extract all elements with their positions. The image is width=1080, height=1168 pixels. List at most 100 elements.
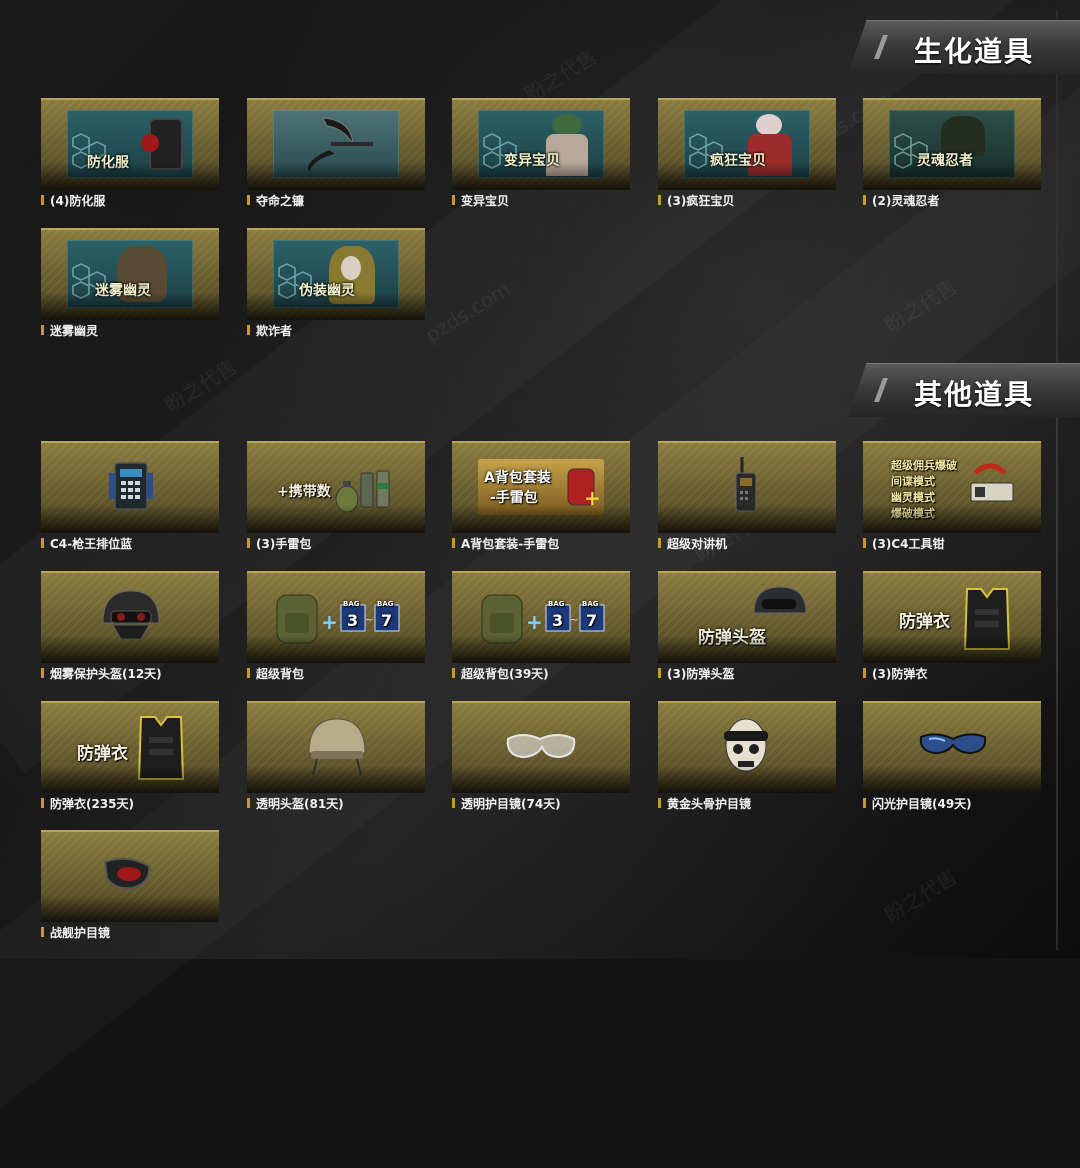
item-art-text: 疯狂宝贝 <box>710 153 766 169</box>
item-tile[interactable]: 夺命之镰 <box>247 98 425 210</box>
svg-text:+: + <box>321 610 338 634</box>
bag-to: 7 <box>586 611 598 630</box>
item-tile[interactable]: 烟雾保护头盔(12天) <box>41 571 219 683</box>
bag-from: 3 <box>552 611 564 630</box>
item-card: 伪装幽灵 <box>247 228 425 320</box>
item-tile[interactable]: A背包套装 -手雷包 + A背包套装-手雷包 <box>452 441 630 553</box>
item-label: 超级背包 <box>256 667 305 681</box>
item-card <box>658 441 836 533</box>
item-tile[interactable]: + ~ BAG BAG 3 7 超级背包(39天) <box>452 571 630 683</box>
item-label: 夺命之镰 <box>256 194 305 208</box>
item-card: 疯狂宝贝 <box>658 98 836 190</box>
item-card: + ~ BAG BAG 3 7 <box>247 571 425 663</box>
item-tile[interactable]: 超级佣兵爆破 间谍模式 幽灵模式 爆破模式 (3)C4工具钳 <box>863 441 1041 553</box>
item-label: 透明头盔(81天) <box>256 797 344 811</box>
bulletproof-vest-icon <box>963 588 1011 650</box>
item-tile[interactable]: 超级对讲机 <box>658 441 836 553</box>
slash-icon <box>874 35 888 59</box>
walkie-talkie-icon <box>735 457 757 512</box>
item-art-text: 灵魂忍者 <box>917 153 973 169</box>
item-tile[interactable]: + ~ BAG BAG 3 7 超级背包 <box>247 571 425 683</box>
clear-helmet-icon <box>308 718 366 776</box>
item-card <box>41 441 219 533</box>
label-bar <box>452 538 455 548</box>
item-tile[interactable]: 伪装幽灵 欺诈者 <box>247 228 425 340</box>
crazy-baby-icon: 疯狂宝贝 <box>684 110 810 178</box>
slash-icon <box>874 378 888 402</box>
item-card: 迷雾幽灵 <box>41 228 219 320</box>
item-card: + ~ BAG BAG 3 7 <box>452 571 630 663</box>
item-card: 变异宝贝 <box>452 98 630 190</box>
label-bar <box>41 798 44 808</box>
item-label: (3)疯狂宝贝 <box>667 194 735 208</box>
side-rail <box>1056 10 1058 950</box>
item-tile[interactable]: +携带数 (3)手雷包 <box>247 441 425 553</box>
item-tile[interactable]: 防弹衣 (3)防弹衣 <box>863 571 1041 683</box>
item-tile[interactable]: 防弹头盔 (3)防弹头盔 <box>658 571 836 683</box>
golden-skull-goggles-icon <box>724 718 768 772</box>
bag-tag: BAG <box>343 600 360 608</box>
c4-bomb-icon <box>109 462 153 510</box>
label-bar <box>658 668 661 678</box>
label-bar <box>247 325 250 335</box>
item-tile[interactable]: 变异宝贝 变异宝贝 <box>452 98 630 210</box>
item-label: 闪光护目镜(49天) <box>872 797 972 811</box>
soul-ninja-icon: 灵魂忍者 <box>889 110 1015 178</box>
label-bar <box>41 325 44 335</box>
item-tile[interactable]: 透明护目镜(74天) <box>452 701 630 813</box>
hazmat-suit-icon: 防化服 <box>67 110 193 178</box>
label-bar <box>452 668 455 678</box>
item-label: 黄金头骨护目镜 <box>667 797 752 811</box>
item-tile[interactable]: 闪光护目镜(49天) <box>863 701 1041 813</box>
label-bar <box>863 195 866 205</box>
item-art-line: 爆破模式 <box>891 507 935 520</box>
label-bar <box>41 927 44 937</box>
label-bar <box>658 798 661 808</box>
item-art-text: 防弹头盔 <box>698 628 766 648</box>
item-card: 超级佣兵爆破 间谍模式 幽灵模式 爆破模式 <box>863 441 1041 533</box>
section-title: 生化道具 <box>913 35 1034 68</box>
item-tile[interactable]: 防化服 (4)防化服 <box>41 98 219 210</box>
label-bar <box>247 668 250 678</box>
item-tile[interactable]: C4-枪王排位蓝 <box>41 441 219 553</box>
item-label: (2)灵魂忍者 <box>872 194 940 208</box>
item-card <box>658 701 836 793</box>
item-tile[interactable]: 疯狂宝贝 (3)疯狂宝贝 <box>658 98 836 210</box>
flash-goggles-icon <box>919 733 987 755</box>
backpack-set-icon: + <box>567 468 601 510</box>
item-label: C4-枪王排位蓝 <box>50 537 133 551</box>
svg-text:+: + <box>526 610 543 634</box>
item-tile[interactable]: 灵魂忍者 (2)灵魂忍者 <box>863 98 1041 210</box>
item-tile[interactable]: 防弹衣 防弹衣(235天) <box>41 701 219 813</box>
item-tile[interactable]: 透明头盔(81天) <box>247 701 425 813</box>
label-bar <box>863 538 866 548</box>
item-label: 超级背包(39天) <box>461 667 549 681</box>
item-card <box>41 571 219 663</box>
item-card: 防弹头盔 <box>658 571 836 663</box>
super-backpack-icon: + ~ <box>481 594 605 644</box>
clear-goggles-icon <box>506 734 576 759</box>
smoke-helmet-icon <box>102 590 160 640</box>
c4-pliers-icon <box>970 463 1014 502</box>
item-label: (3)防弹衣 <box>872 667 928 681</box>
item-label: (4)防化服 <box>50 194 106 208</box>
item-tile[interactable]: 战舰护目镜 <box>41 830 219 942</box>
label-bar <box>658 195 661 205</box>
label-bar <box>41 538 44 548</box>
item-art-text: 伪装幽灵 <box>299 283 355 299</box>
item-label: 战舰护目镜 <box>50 926 111 940</box>
section-header-other: 其他道具 <box>848 363 1080 417</box>
item-card <box>863 701 1041 793</box>
label-bar <box>41 195 44 205</box>
item-card: 防弹衣 <box>41 701 219 793</box>
item-label: (3)手雷包 <box>256 537 312 551</box>
item-label: 烟雾保护头盔(12天) <box>50 667 162 681</box>
item-label: 超级对讲机 <box>667 537 728 551</box>
item-art-text: 变异宝贝 <box>504 153 560 169</box>
item-tile[interactable]: 黄金头骨护目镜 <box>658 701 836 813</box>
item-label: 变异宝贝 <box>461 194 510 208</box>
label-bar <box>658 538 661 548</box>
label-bar <box>247 538 250 548</box>
item-tile[interactable]: 迷雾幽灵 迷雾幽灵 <box>41 228 219 340</box>
item-card: +携带数 <box>247 441 425 533</box>
